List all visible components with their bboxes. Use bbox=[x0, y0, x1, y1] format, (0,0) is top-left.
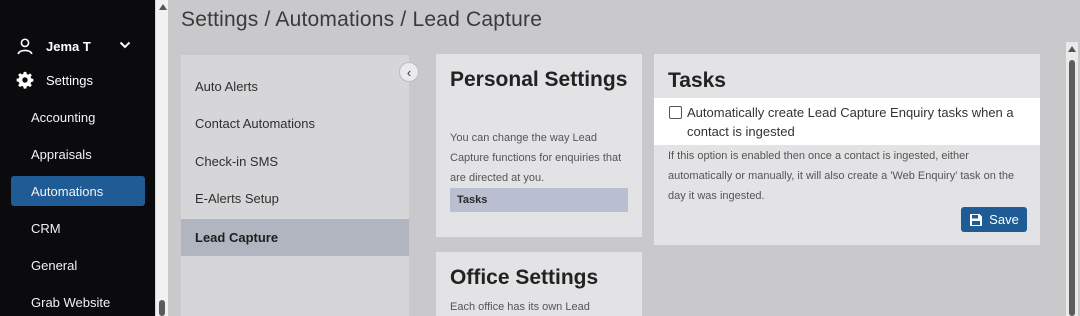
chevron-left-icon: ‹ bbox=[406, 64, 412, 80]
sidebar-item-automations[interactable]: Automations bbox=[11, 176, 145, 206]
sidebar-item-label: Automations bbox=[31, 183, 104, 199]
chevron-down-icon[interactable] bbox=[119, 39, 131, 51]
scrollbar-thumb[interactable] bbox=[159, 300, 165, 316]
personal-tasks-link[interactable]: Tasks bbox=[450, 188, 628, 212]
subnav-item-label: Check-in SMS bbox=[195, 154, 279, 169]
collapse-subnav-button[interactable]: ‹ bbox=[399, 62, 419, 82]
user-icon bbox=[17, 38, 33, 55]
subnav-item-lead-capture[interactable]: Lead Capture bbox=[181, 219, 409, 256]
subnav-item-check-in-sms[interactable]: Check-in SMS bbox=[181, 143, 409, 180]
auto-create-tasks-label[interactable]: Automatically create Lead Capture Enquir… bbox=[687, 103, 1027, 141]
sidebar-item-label: General bbox=[31, 257, 78, 273]
sidebar-item-crm[interactable]: CRM bbox=[11, 213, 145, 243]
auto-create-tasks-checkbox[interactable] bbox=[669, 106, 682, 119]
sidebar-item-grab-website[interactable]: Grab Website bbox=[11, 287, 145, 316]
personal-settings-card: Personal Settings You can change the way… bbox=[436, 54, 642, 237]
user-name: Jema T bbox=[46, 38, 91, 54]
sidebar-item-label: Settings bbox=[46, 72, 93, 88]
subnav-item-e-alerts-setup[interactable]: E-Alerts Setup bbox=[181, 180, 409, 217]
page-title: Settings / Automations / Lead Capture bbox=[181, 8, 543, 31]
sidebar-item-label: Accounting bbox=[31, 109, 96, 125]
user-menu[interactable]: Jema T bbox=[16, 36, 141, 56]
main-scrollbar[interactable] bbox=[1066, 42, 1078, 316]
subnav-item-auto-alerts[interactable]: Auto Alerts bbox=[181, 68, 409, 105]
sidebar-item-label: CRM bbox=[31, 220, 61, 236]
sidebar: Jema T Settings Accounting Appraisals Au… bbox=[0, 0, 155, 316]
tasks-card: Tasks Automatically create Lead Capture … bbox=[654, 54, 1040, 245]
tasks-title: Tasks bbox=[668, 69, 726, 92]
sidebar-scrollbar[interactable] bbox=[155, 0, 168, 316]
sidebar-item-accounting[interactable]: Accounting bbox=[11, 102, 145, 132]
gear-icon bbox=[16, 71, 34, 89]
subnav-item-label: Auto Alerts bbox=[195, 79, 258, 94]
save-button[interactable]: Save bbox=[961, 207, 1027, 232]
subnav-item-label: Lead Capture bbox=[195, 230, 279, 245]
personal-settings-description: You can change the way Lead Capture func… bbox=[450, 132, 622, 184]
subnav-item-contact-automations[interactable]: Contact Automations bbox=[181, 105, 409, 142]
scroll-up-arrow-icon[interactable] bbox=[1068, 46, 1076, 52]
subnav-item-label: Contact Automations bbox=[195, 116, 315, 131]
auto-create-tasks-option[interactable]: Automatically create Lead Capture Enquir… bbox=[654, 98, 1040, 145]
scroll-up-arrow-icon[interactable] bbox=[159, 4, 167, 10]
office-settings-description: Each office has its own Lead bbox=[450, 301, 590, 313]
office-settings-title: Office Settings bbox=[450, 266, 599, 289]
sidebar-item-label: Appraisals bbox=[31, 146, 92, 162]
sidebar-item-general[interactable]: General bbox=[11, 250, 145, 280]
sidebar-item-label: Grab Website bbox=[31, 294, 111, 310]
save-icon bbox=[970, 213, 983, 226]
personal-settings-title: Personal Settings bbox=[450, 68, 628, 91]
subnav-item-label: E-Alerts Setup bbox=[195, 191, 279, 206]
tasks-description: If this option is enabled then once a co… bbox=[668, 150, 1015, 202]
save-button-label: Save bbox=[989, 212, 1019, 227]
sidebar-item-settings[interactable]: Settings bbox=[16, 70, 93, 90]
settings-subnav: Auto Alerts Contact Automations Check-in… bbox=[181, 55, 409, 316]
scrollbar-thumb[interactable] bbox=[1069, 60, 1075, 316]
office-settings-card: Office Settings Each office has its own … bbox=[436, 252, 642, 316]
sidebar-item-appraisals[interactable]: Appraisals bbox=[11, 139, 145, 169]
